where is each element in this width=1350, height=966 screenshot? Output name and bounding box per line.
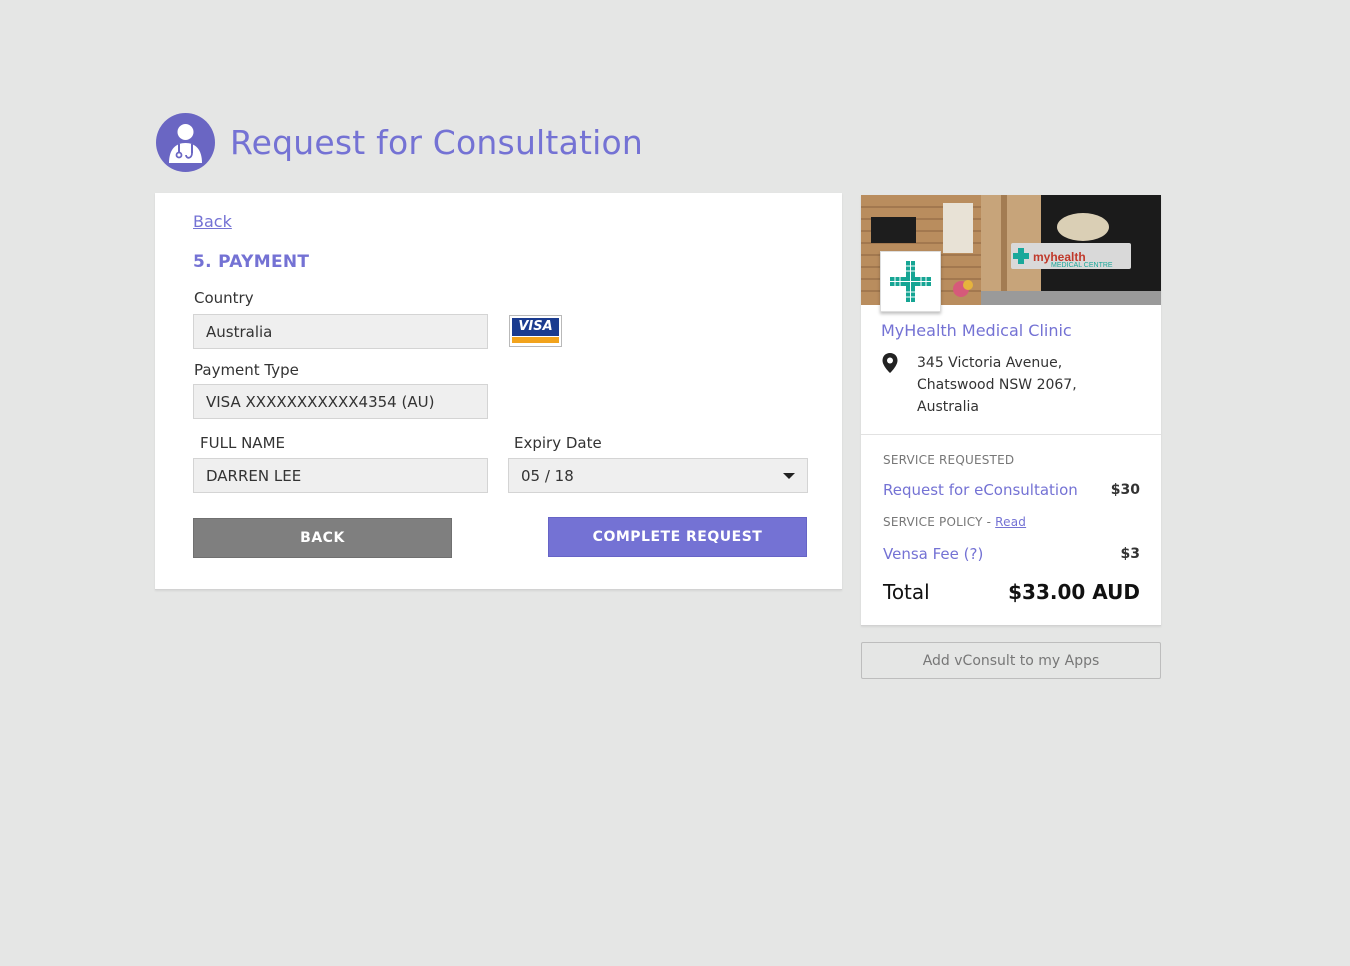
payment-form-card: Back 5. PAYMENT Country Australia VISA P…: [155, 193, 842, 590]
address-line-2: Chatswood NSW 2067,: [917, 377, 1077, 393]
payment-type-value: VISA XXXXXXXXXXX4354 (AU): [206, 392, 435, 411]
expiry-date-value: 05 / 18: [521, 466, 574, 485]
expiry-date-select[interactable]: 05 / 18: [508, 458, 808, 493]
section-title: 5. PAYMENT: [193, 252, 310, 272]
payment-type-field[interactable]: VISA XXXXXXXXXXX4354 (AU): [193, 384, 488, 419]
visa-stripe: [512, 337, 559, 343]
full-name-input[interactable]: DARREN LEE: [193, 458, 488, 493]
address-line-3: Australia: [917, 399, 979, 415]
visa-card-icon: VISA: [509, 315, 562, 347]
country-label: Country: [194, 289, 254, 307]
total-label: Total: [883, 580, 930, 604]
total-value: $33.00 AUD: [1008, 580, 1140, 604]
service-requested-label: SERVICE REQUESTED: [883, 453, 1015, 467]
doctor-icon: [156, 113, 215, 172]
back-link[interactable]: Back: [193, 212, 232, 231]
clinic-name[interactable]: MyHealth Medical Clinic: [881, 321, 1072, 340]
service-price: $30: [1110, 482, 1140, 498]
service-name: Request for eConsultation: [883, 481, 1078, 499]
complete-request-button[interactable]: COMPLETE REQUEST: [548, 517, 807, 557]
address-line-1: 345 Victoria Avenue,: [917, 355, 1063, 371]
add-vconsult-button[interactable]: Add vConsult to my Apps: [861, 642, 1161, 679]
divider: [861, 434, 1161, 435]
back-button[interactable]: BACK: [193, 518, 452, 558]
clinic-summary-card: myhealth MEDICAL CENTRE MyHealth Medical…: [861, 195, 1161, 626]
chevron-down-icon: [783, 472, 795, 479]
fee-price: $3: [1120, 546, 1140, 562]
service-policy-label: SERVICE POLICY -: [883, 515, 992, 529]
page-title: Request for Consultation: [230, 123, 643, 162]
service-policy-read-link[interactable]: Read: [995, 515, 1026, 529]
payment-type-label: Payment Type: [194, 361, 299, 379]
location-pin-icon: [881, 352, 899, 378]
expiry-date-label: Expiry Date: [514, 434, 602, 452]
country-field[interactable]: Australia: [193, 314, 488, 349]
clinic-address: 345 Victoria Avenue, Chatswood NSW 2067,…: [917, 352, 1077, 418]
service-policy: SERVICE POLICY - Read: [883, 515, 1026, 529]
visa-brand: VISA: [512, 318, 559, 336]
fee-name[interactable]: Vensa Fee (?): [883, 545, 983, 563]
clinic-logo-icon: [880, 251, 941, 312]
clinic-sign-subtext: MEDICAL CENTRE: [1051, 262, 1113, 269]
full-name-value: DARREN LEE: [206, 466, 302, 485]
country-value: Australia: [206, 322, 273, 341]
full-name-label: FULL NAME: [200, 434, 285, 452]
page-header: Request for Consultation: [156, 113, 643, 172]
